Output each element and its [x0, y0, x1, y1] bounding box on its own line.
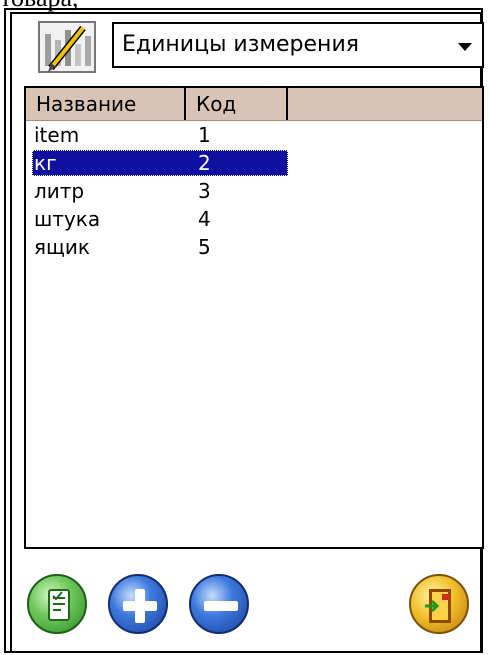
dropdown-selected-value: Единицы измерения [122, 32, 359, 57]
minus-icon [204, 601, 238, 611]
cell-code: 2 [198, 151, 211, 175]
category-dropdown[interactable]: Единицы измерения [112, 22, 484, 68]
list-header: Название Код [26, 88, 482, 121]
column-header-name[interactable]: Название [26, 88, 186, 120]
edit-button[interactable] [27, 574, 87, 634]
cell-code: 5 [198, 235, 211, 259]
column-header-code[interactable]: Код [186, 88, 288, 120]
cell-name: item [34, 123, 80, 147]
units-list[interactable]: Название Код item 1 кг 2 литр 3 штука 4 … [24, 86, 484, 549]
cell-name: ящик [34, 235, 90, 259]
plus-icon [123, 589, 157, 623]
cell-name: штука [34, 207, 101, 231]
list-item[interactable]: item 1 [32, 122, 288, 148]
cell-name: литр [34, 179, 85, 203]
add-button[interactable] [108, 574, 168, 634]
exit-door-icon [425, 589, 451, 623]
chevron-down-icon[interactable] [458, 43, 472, 51]
cell-code: 3 [198, 179, 211, 203]
list-item[interactable]: ящик 5 [32, 234, 288, 260]
cell-name: кг [34, 151, 57, 175]
cell-code: 1 [198, 123, 211, 147]
edit-document-icon [48, 589, 70, 621]
edit-window-icon [35, 18, 101, 78]
list-item[interactable]: кг 2 [32, 150, 288, 176]
cell-code: 4 [198, 207, 211, 231]
list-item[interactable]: штука 4 [32, 206, 288, 232]
delete-button[interactable] [189, 574, 249, 634]
exit-button[interactable] [409, 574, 469, 634]
list-item[interactable]: литр 3 [32, 178, 288, 204]
